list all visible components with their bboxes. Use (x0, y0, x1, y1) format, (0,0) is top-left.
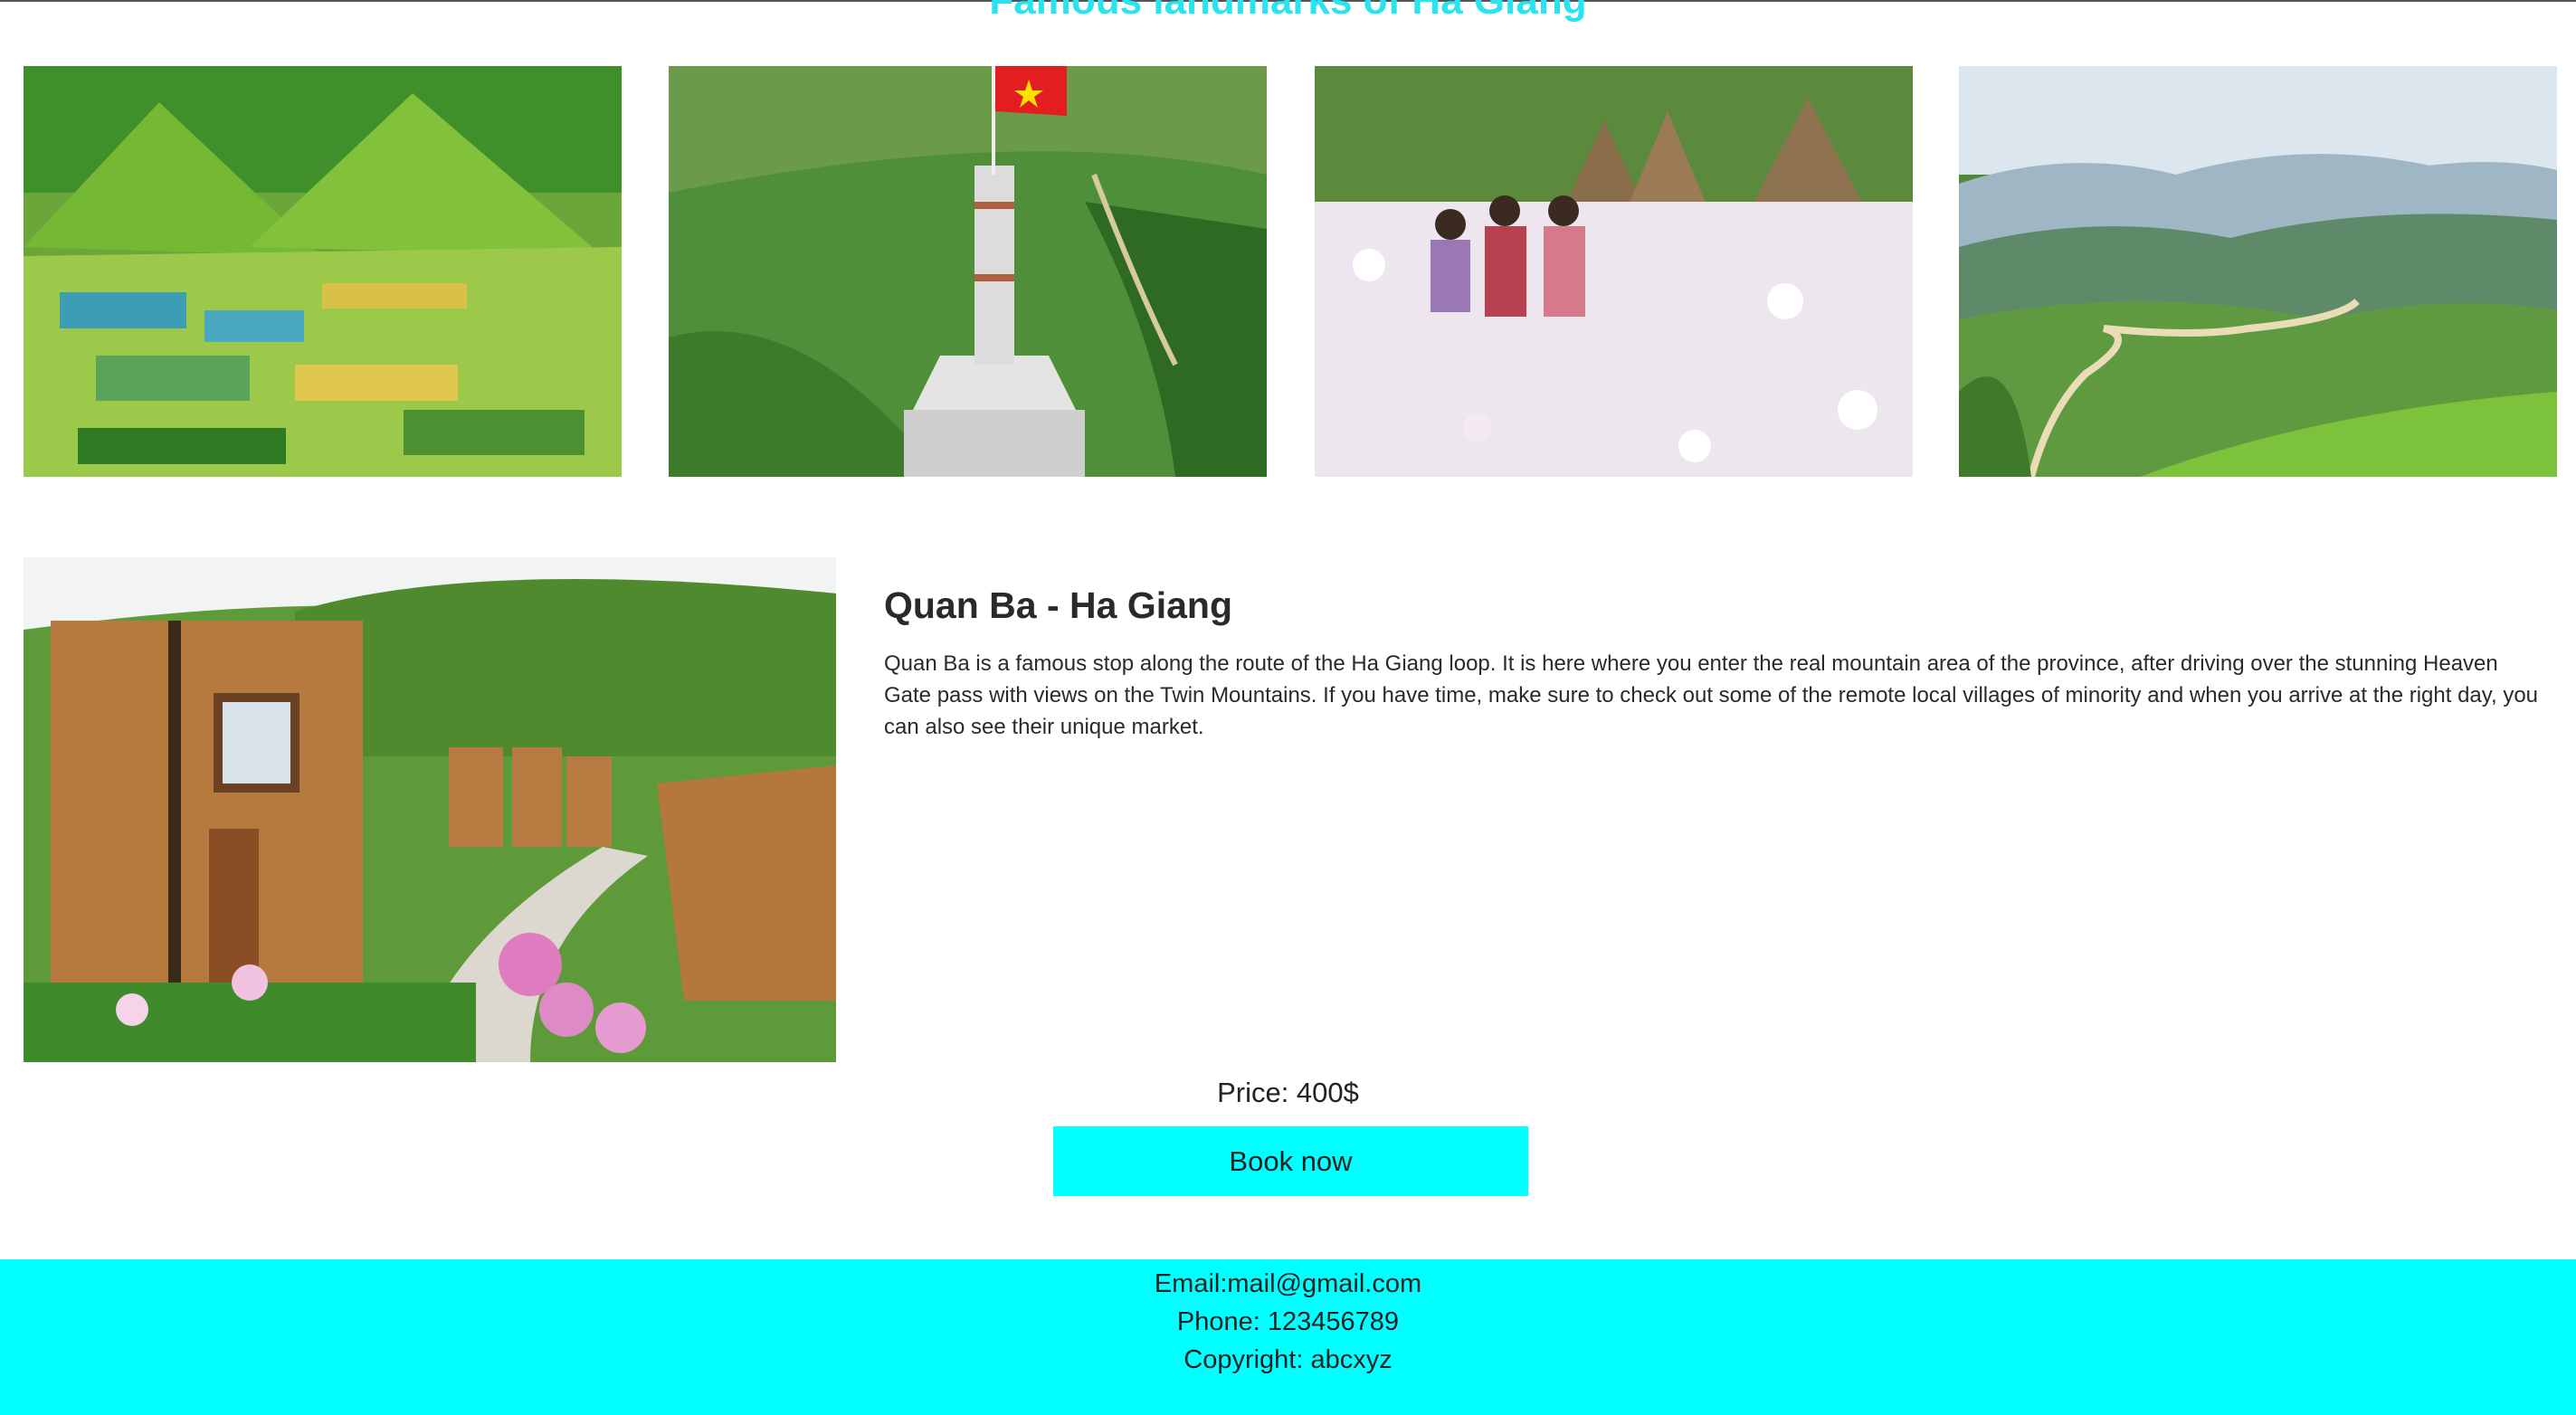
footer-phone: Phone: 123456789 (1176, 1307, 1400, 1336)
footer-email: Email:mail@gmail.com (1154, 1269, 1422, 1298)
section-title: Famous landmarks of Ha Giang (989, 0, 1587, 23)
mountain-road-photo (1959, 66, 2557, 477)
tour-title: Quan Ba - Ha Giang (884, 584, 1232, 626)
footer: Email:mail@gmail.com Phone: 123456789 Co… (0, 1259, 2576, 1415)
twin-mountains-photo (24, 66, 622, 477)
flag-tower-photo (669, 66, 1267, 477)
footer-copyright: Copyright: abcxyz (1183, 1345, 1393, 1374)
flower-field-children-photo (1315, 66, 1913, 477)
tour-description: Quan Ba is a famous stop along the route… (884, 651, 2539, 739)
price-label: Price: 400$ (1217, 1077, 1359, 1108)
quan-ba-homestay-photo (24, 557, 836, 1062)
book-now-button[interactable]: Book now (1053, 1126, 1528, 1196)
